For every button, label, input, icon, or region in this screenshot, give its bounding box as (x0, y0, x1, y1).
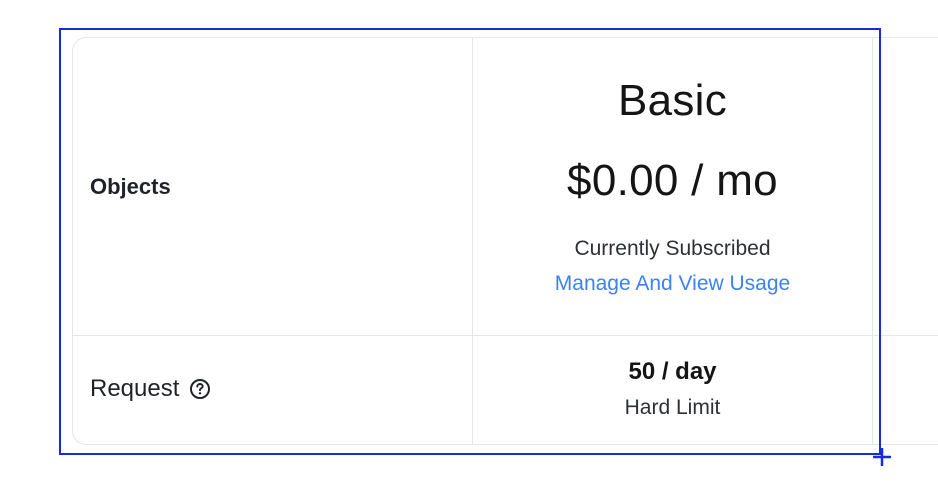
request-limit-value: 50 / day (628, 358, 717, 385)
pricing-table: Objects Basic $0.00 / mo Currently Subsc… (72, 37, 938, 445)
next-plan-cell (873, 38, 938, 335)
manage-usage-link[interactable]: Manage And View Usage (473, 272, 872, 296)
request-label-cell: Request (73, 336, 473, 444)
basic-request-cell: 50 / day Hard Limit (473, 336, 873, 444)
crosshair-cursor-icon (873, 448, 891, 466)
help-circle-icon[interactable] (189, 378, 211, 400)
objects-cell: Objects (73, 38, 473, 335)
subscription-status: Currently Subscribed (574, 237, 771, 260)
objects-label: Objects (90, 173, 171, 199)
request-limit-type: Hard Limit (624, 396, 721, 419)
basic-plan-cell: Basic $0.00 / mo Currently Subscribed Ma… (473, 38, 873, 335)
request-label-group: Request (90, 375, 211, 403)
next-request-cell (873, 336, 938, 444)
request-label: Request (90, 375, 180, 402)
plan-header-row: Objects Basic $0.00 / mo Currently Subsc… (73, 38, 938, 336)
request-row: Request 50 / day Hard Limit (73, 336, 938, 444)
page: Objects Basic $0.00 / mo Currently Subsc… (0, 0, 938, 488)
plan-name: Basic (617, 76, 728, 125)
plan-price: $0.00 / mo (567, 156, 778, 205)
